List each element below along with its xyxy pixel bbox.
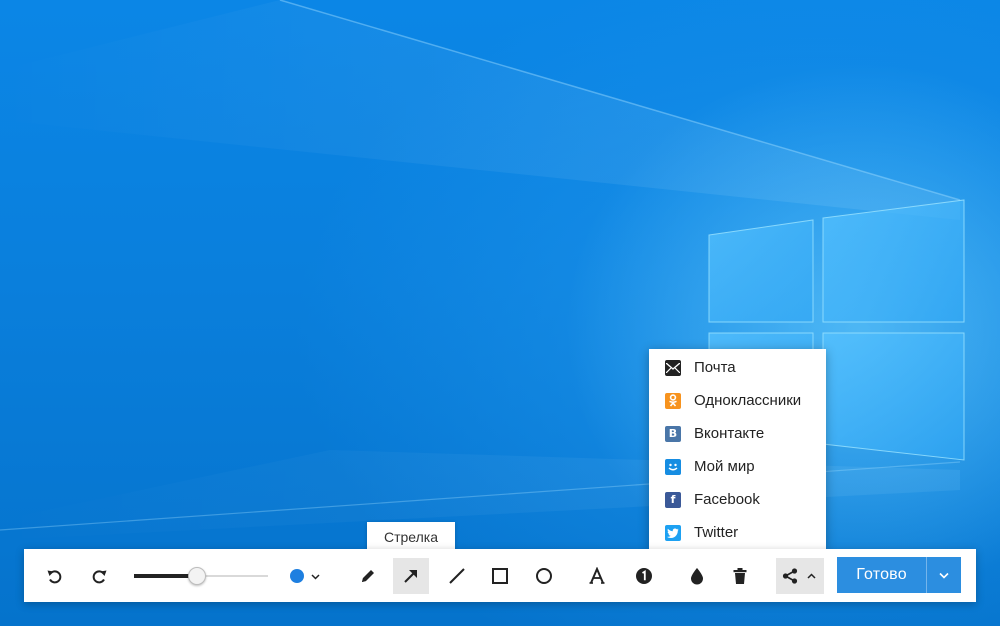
vk-icon: B [665,425,681,442]
share-menu: Почта Одноклассники B Вконтакте Мой мир … [649,349,826,549]
text-icon [588,567,606,585]
share-item-label: Вконтакте [694,425,765,442]
arrow-icon [402,567,420,585]
rectangle-icon [491,567,509,585]
current-color-swatch [290,569,304,583]
undo-icon [46,567,64,585]
counter-tool-button[interactable] [626,558,662,594]
twitter-icon [665,524,681,541]
tool-tooltip: Стрелка [367,522,455,551]
redo-icon [90,567,108,585]
ellipse-icon [535,567,553,585]
share-button[interactable] [776,558,824,594]
line-tool-button[interactable] [439,558,475,594]
share-item-odnoklassniki[interactable]: Одноклассники [649,384,826,417]
share-item-label: Почта [694,359,736,376]
share-item-mail[interactable]: Почта [649,351,826,384]
done-options-button[interactable] [927,557,961,593]
chevron-up-icon [807,573,816,579]
share-item-vk[interactable]: B Вконтакте [649,417,826,450]
pencil-tool-button[interactable] [350,558,386,594]
desktop-wallpaper [0,0,1000,626]
chevron-down-icon [939,566,949,584]
arrow-tool-button[interactable] [393,558,429,594]
ellipse-tool-button[interactable] [526,558,562,594]
share-item-facebook[interactable]: f Facebook [649,483,826,516]
slider-thumb[interactable] [188,567,206,585]
share-item-moy-mir[interactable]: Мой мир [649,450,826,483]
share-item-label: Мой мир [694,458,755,475]
odnoklassniki-icon [665,392,681,409]
brush-size-slider[interactable] [134,566,268,586]
counter-icon [635,567,653,585]
blur-drop-icon [688,567,706,585]
undo-button[interactable] [37,558,73,594]
share-item-label: Одноклассники [694,392,802,409]
done-button[interactable]: Готово [837,557,926,593]
rectangle-tool-button[interactable] [482,558,518,594]
editor-toolbar: Готово [24,549,976,602]
line-icon [448,567,466,585]
delete-button[interactable] [722,558,758,594]
share-item-label: Facebook [694,491,760,508]
moy-mir-icon [665,458,681,475]
blur-tool-button[interactable] [679,558,715,594]
share-item-label: Twitter [694,524,739,541]
done-split-button: Готово [837,557,961,593]
windows-logo-graphic [0,0,965,540]
pencil-icon [359,567,377,585]
color-picker-button[interactable] [284,564,324,588]
share-icon [781,567,799,585]
redo-button[interactable] [81,558,117,594]
facebook-icon: f [665,491,681,508]
mail-icon [665,359,681,376]
text-tool-button[interactable] [579,558,615,594]
trash-icon [731,567,749,585]
chevron-down-icon [311,567,320,585]
share-item-twitter[interactable]: Twitter [649,516,826,549]
